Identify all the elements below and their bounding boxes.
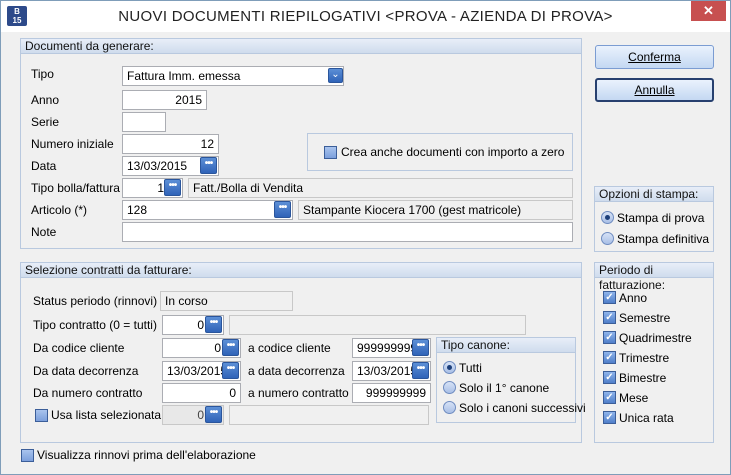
usa-lista-label[interactable]: Usa lista selezionata [51,407,161,423]
trimestre-checkbox[interactable]: ✓ [603,351,616,364]
da-codice-lookup-button[interactable]: ••• [222,339,239,356]
data-lookup-button[interactable]: ••• [200,157,217,174]
tipo-label: Tipo [31,67,54,81]
a-numero-label: a numero contratto [248,386,349,400]
tipo-contratto-lookup-button[interactable]: ••• [205,316,222,333]
anno-label: Anno [31,93,60,107]
note-label: Note [31,225,57,239]
da-data-lookup-button[interactable]: ••• [222,362,239,379]
dialog-window: B 15 NUOVI DOCUMENTI RIEPILOGATIVI <PROVA… [0,0,731,475]
periodo-group-header: Periodo di fatturazione: [595,263,713,292]
bimestre-checkbox[interactable]: ✓ [603,371,616,384]
visualizza-rinnovi-label[interactable]: Visualizza rinnovi prima dell'elaborazio… [37,447,256,463]
periodo-unica-rata-label[interactable]: Unica rata [619,410,674,426]
crea-zero-label[interactable]: Crea anche documenti con importo a zero [341,144,564,160]
tipo-canone-group: Tipo canone: Tutti Solo il 1° canone Sol… [436,337,586,423]
da-numero-input[interactable]: 0 [162,383,241,403]
dialog-body: Documenti da generare: Tipo Fattura Imm.… [1,32,730,474]
a-numero-input[interactable]: 999999999 [352,383,431,403]
periodo-quadrimestre-label[interactable]: Quadrimestre [619,330,692,346]
tipo-canone-header: Tipo canone: [437,338,575,353]
stampa-definitiva-radio[interactable] [601,232,614,245]
stampa-prova-radio[interactable] [601,211,614,224]
periodo-bimestre-label[interactable]: Bimestre [619,370,666,386]
stampa-group: Opzioni di stampa: Stampa di prova Stamp… [594,186,714,252]
tipo-contratto-desc [229,315,526,335]
da-codice-label: Da codice cliente [33,341,125,355]
title-bar: B 15 NUOVI DOCUMENTI RIEPILOGATIVI <PROVA… [1,1,730,32]
canone-tutti-radio[interactable] [443,361,456,374]
crea-zero-frame: Crea anche documenti con importo a zero [307,133,573,171]
periodo-mese-label[interactable]: Mese [619,390,648,406]
numero-iniziale-label: Numero iniziale [31,137,114,151]
docs-group: Documenti da generare: Tipo Fattura Imm.… [20,38,582,249]
da-data-label: Da data decorrenza [33,364,139,378]
periodo-anno-label[interactable]: Anno [619,290,647,306]
serie-label: Serie [31,115,60,129]
a-data-label: a data decorrenza [248,364,345,378]
usa-lista-desc [229,405,429,425]
window-title: NUOVI DOCUMENTI RIEPILOGATIVI <PROVA - A… [118,8,613,25]
annulla-button[interactable]: Annulla [595,78,714,102]
articolo-label: Articolo (*) [31,203,88,217]
periodo-semestre-label[interactable]: Semestre [619,310,670,326]
semestre-checkbox[interactable]: ✓ [603,311,616,324]
contratti-group-header: Selezione contratti da fatturare: [21,263,581,278]
note-input[interactable] [122,222,573,242]
usa-lista-lookup-button[interactable]: ••• [205,406,222,423]
articolo-desc: Stampante Kiocera 1700 (gest matricole) [298,200,573,220]
articolo-input[interactable]: 128 [122,200,293,220]
anno-checkbox[interactable]: ✓ [603,291,616,304]
unica-rata-checkbox[interactable]: ✓ [603,411,616,424]
tipo-select[interactable]: Fattura Imm. emessa [122,66,344,86]
quadrimestre-checkbox[interactable]: ✓ [603,331,616,344]
a-data-lookup-button[interactable]: ••• [412,362,429,379]
crea-zero-checkbox[interactable] [324,146,337,159]
usa-lista-checkbox[interactable] [35,409,48,422]
serie-input[interactable] [122,112,166,132]
a-codice-label: a codice cliente [248,341,331,355]
close-button[interactable]: ✕ [691,1,726,21]
canone-successivi-radio[interactable] [443,401,456,414]
tipo-bolla-desc: Fatt./Bolla di Vendita [188,178,573,198]
canone-primo-radio[interactable] [443,381,456,394]
stampa-prova-label[interactable]: Stampa di prova [617,210,704,226]
canone-primo-label[interactable]: Solo il 1° canone [459,380,549,396]
tipo-select-value: Fattura Imm. emessa [127,69,241,83]
mese-checkbox[interactable]: ✓ [603,391,616,404]
tipo-bolla-lookup-button[interactable]: ••• [164,179,181,196]
stampa-group-header: Opzioni di stampa: [595,187,713,202]
anno-input[interactable]: 2015 [122,90,207,110]
periodo-group: Periodo di fatturazione: ✓ Anno ✓ Semest… [594,262,714,443]
da-numero-label: Da numero contratto [33,386,143,400]
status-label: Status periodo (rinnovi) [33,294,158,308]
stampa-definitiva-label[interactable]: Stampa definitiva [617,231,709,247]
periodo-trimestre-label[interactable]: Trimestre [619,350,669,366]
numero-iniziale-input[interactable]: 12 [122,134,219,154]
contratti-group: Selezione contratti da fatturare: Status… [20,262,586,443]
canone-successivi-label[interactable]: Solo i canoni successivi [459,400,586,416]
conferma-button[interactable]: Conferma [595,45,714,69]
chevron-down-icon[interactable]: ⌄ [328,68,343,83]
tipo-bolla-label: Tipo bolla/fattura [31,181,120,195]
a-codice-lookup-button[interactable]: ••• [412,339,429,356]
visualizza-rinnovi-checkbox[interactable] [21,449,34,462]
articolo-lookup-button[interactable]: ••• [274,201,291,218]
canone-tutti-label[interactable]: Tutti [459,360,482,376]
status-value: In corso [160,291,293,311]
docs-group-header: Documenti da generare: [21,39,581,54]
tipo-contratto-label: Tipo contratto (0 = tutti) [33,318,157,332]
data-label: Data [31,159,57,173]
